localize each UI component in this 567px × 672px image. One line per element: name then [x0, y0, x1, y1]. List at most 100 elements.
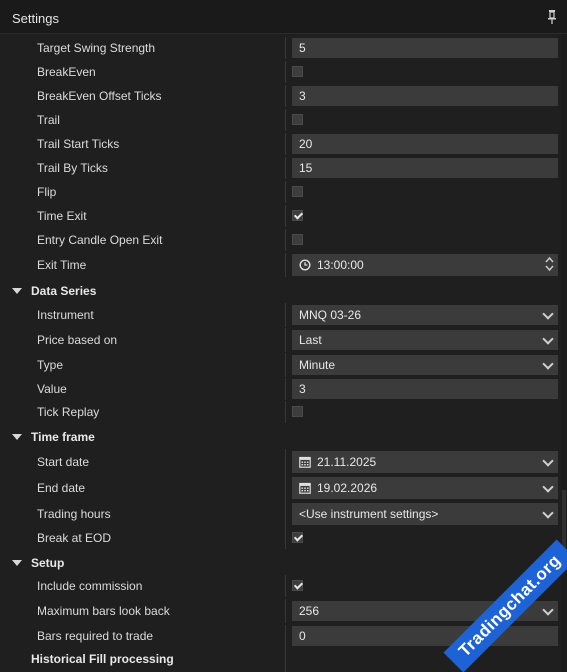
check-mark-icon: [293, 580, 304, 590]
check-mark-icon: [293, 532, 304, 542]
bars-required-to-trade-input[interactable]: 0: [292, 626, 558, 646]
start-date-picker[interactable]: 21.11.2025: [292, 451, 558, 473]
type-value: Minute: [299, 358, 336, 372]
break-at-eod-checkbox[interactable]: [292, 532, 304, 543]
column-divider: [285, 37, 286, 59]
row-breakeven: BreakEven: [0, 61, 560, 83]
trading-hours-dropdown[interactable]: <Use instrument settings>: [292, 503, 558, 525]
label-price-based-on: Price based on: [37, 333, 118, 347]
column-divider: [285, 205, 286, 227]
instrument-dropdown[interactable]: MNQ 03-26: [292, 305, 558, 325]
label-exit-time: Exit Time: [37, 258, 87, 272]
label-type: Type: [37, 358, 64, 372]
label-breakeven: BreakEven: [37, 65, 96, 79]
start-date-value: 21.11.2025: [317, 455, 377, 469]
time-spinner-icon[interactable]: [545, 255, 554, 273]
column-divider: [285, 133, 286, 155]
row-exit-time: Exit Time 13:00:00: [0, 253, 560, 277]
collapse-triangle-icon[interactable]: [12, 560, 22, 566]
trail-start-ticks-value: 20: [299, 137, 313, 151]
chevron-down-icon[interactable]: [542, 604, 554, 616]
collapse-triangle-icon[interactable]: [12, 434, 22, 440]
column-divider: [285, 401, 286, 423]
end-date-value: 19.02.2026: [317, 481, 378, 495]
label-flip: Flip: [37, 185, 57, 199]
calendar-icon[interactable]: [299, 456, 311, 468]
chevron-down-icon[interactable]: [542, 358, 554, 370]
row-value: Value 3: [0, 378, 560, 400]
trading-hours-value: <Use instrument settings>: [299, 507, 439, 521]
value-value: 3: [299, 382, 306, 396]
tick-replay-checkbox[interactable]: [292, 406, 303, 417]
trail-checkbox[interactable]: [292, 114, 303, 125]
label-bars-required-to-trade: Bars required to trade: [37, 629, 154, 643]
category-time-frame[interactable]: Time frame: [0, 425, 560, 449]
row-time-exit: Time Exit: [0, 205, 560, 227]
chevron-down-icon[interactable]: [542, 455, 554, 467]
row-type: Type Minute: [0, 353, 560, 377]
type-dropdown[interactable]: Minute: [292, 355, 558, 375]
property-grid: Target Swing Strength 5 BreakEven BreakE…: [0, 34, 567, 672]
row-break-at-eod: Break at EOD: [0, 527, 560, 549]
column-divider: [285, 378, 286, 400]
column-divider: [285, 599, 286, 623]
column-divider: [285, 85, 286, 107]
time-exit-checkbox[interactable]: [292, 210, 304, 221]
chevron-down-icon[interactable]: [542, 481, 554, 493]
entry-candle-open-exit-checkbox[interactable]: [292, 234, 303, 245]
row-price-based-on: Price based on Last: [0, 328, 560, 352]
calendar-icon[interactable]: [299, 482, 311, 494]
label-entry-candle-open-exit: Entry Candle Open Exit: [37, 233, 163, 247]
column-divider: [285, 625, 286, 647]
breakeven-checkbox[interactable]: [292, 66, 303, 77]
clock-icon: [299, 259, 311, 271]
trail-start-ticks-input[interactable]: 20: [292, 134, 558, 154]
exit-time-value: 13:00:00: [317, 258, 364, 272]
category-setup[interactable]: Setup: [0, 551, 560, 575]
chevron-down-icon[interactable]: [542, 333, 554, 345]
row-target-swing-strength: Target Swing Strength 5: [0, 37, 560, 59]
label-time-exit: Time Exit: [37, 209, 87, 223]
category-data-series-title: Data Series: [31, 284, 97, 298]
label-target-swing-strength: Target Swing Strength: [37, 41, 156, 55]
category-time-frame-title: Time frame: [31, 430, 95, 444]
label-trail-start-ticks: Trail Start Ticks: [37, 137, 120, 151]
category-data-series[interactable]: Data Series: [0, 279, 560, 303]
flip-checkbox[interactable]: [292, 186, 303, 197]
instrument-value: MNQ 03-26: [299, 308, 362, 322]
column-divider: [285, 647, 286, 672]
row-flip: Flip: [0, 181, 560, 203]
column-divider: [285, 181, 286, 203]
pin-icon[interactable]: [545, 9, 559, 25]
category-historical-fill-processing-title[interactable]: Historical Fill processing: [31, 652, 174, 666]
breakeven-offset-ticks-input[interactable]: 3: [292, 86, 558, 106]
row-include-commission: Include commission: [0, 575, 560, 597]
label-trail-by-ticks: Trail By Ticks: [37, 161, 108, 175]
price-based-on-dropdown[interactable]: Last: [292, 330, 558, 350]
row-trail-start-ticks: Trail Start Ticks 20: [0, 133, 560, 155]
settings-titlebar: Settings: [0, 0, 567, 34]
chevron-down-icon[interactable]: [542, 507, 554, 519]
include-commission-checkbox[interactable]: [292, 580, 304, 591]
label-start-date: Start date: [37, 455, 90, 469]
chevron-down-icon[interactable]: [542, 308, 554, 320]
column-divider: [285, 353, 286, 377]
vertical-scrollbar[interactable]: [561, 34, 567, 672]
row-tick-replay: Tick Replay: [0, 401, 560, 423]
collapse-triangle-icon[interactable]: [12, 288, 22, 294]
row-trail: Trail: [0, 109, 560, 131]
window-title: Settings: [12, 11, 59, 26]
trail-by-ticks-value: 15: [299, 161, 313, 175]
trail-by-ticks-input[interactable]: 15: [292, 158, 558, 178]
label-breakeven-offset-ticks: BreakEven Offset Ticks: [37, 89, 162, 103]
exit-time-picker[interactable]: 13:00:00: [292, 254, 558, 276]
row-end-date: End date 19.02.2026: [0, 475, 560, 501]
target-swing-strength-input[interactable]: 5: [292, 38, 558, 58]
value-input[interactable]: 3: [292, 379, 558, 399]
maximum-bars-look-back-value: 256: [299, 604, 320, 618]
check-mark-icon: [293, 210, 304, 220]
label-tick-replay: Tick Replay: [37, 405, 100, 419]
column-divider: [285, 575, 286, 597]
end-date-picker[interactable]: 19.02.2026: [292, 477, 558, 499]
row-trail-by-ticks: Trail By Ticks 15: [0, 157, 560, 179]
